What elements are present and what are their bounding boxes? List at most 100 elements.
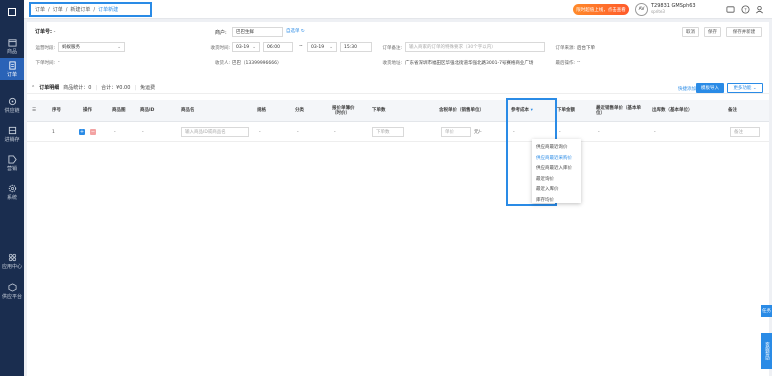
- message-icon[interactable]: [726, 5, 735, 14]
- row-category: -: [297, 129, 299, 135]
- receive-date-start[interactable]: 03-19 ⌄: [232, 42, 260, 52]
- sidebar-item-marketing[interactable]: 营销: [0, 152, 24, 174]
- goods-count: 商品统计：0: [63, 85, 92, 91]
- order-remark-input[interactable]: 输入商家的订单的特殊要求（30个字以内）: [405, 42, 545, 52]
- row-actions: + −: [79, 122, 96, 142]
- sidebar-item-orders[interactable]: 订单: [0, 58, 24, 80]
- merchant-label: 商户:: [215, 30, 227, 36]
- breadcrumb-item[interactable]: 订单: [35, 6, 45, 13]
- col-header-category: 分类: [295, 108, 304, 114]
- sidebar-item-label: 订单: [6, 71, 17, 78]
- remark-input[interactable]: 备注: [730, 127, 760, 137]
- col-header-image: 商品图: [112, 108, 126, 114]
- delete-row-icon[interactable]: −: [90, 129, 96, 135]
- col-header-out-qty: 出库数（基本单位）: [652, 108, 693, 114]
- cancel-button[interactable]: 取消: [682, 27, 699, 37]
- chevron-up-icon[interactable]: ⌃: [31, 85, 35, 91]
- row-remark: 备注: [730, 122, 760, 142]
- save-button[interactable]: 保存: [704, 27, 721, 37]
- range-separator: ~: [299, 44, 303, 49]
- date-end-value: 03-19: [311, 44, 325, 50]
- col-header-action: 操作: [83, 108, 92, 114]
- source-label: 订单来源:: [555, 46, 575, 51]
- dropdown-item[interactable]: 供应商最近询价: [532, 142, 581, 153]
- sidebar-item-system[interactable]: 系统: [0, 181, 24, 203]
- column-settings-icon[interactable]: ☰: [32, 100, 36, 122]
- receive-time-end[interactable]: 15:30: [340, 42, 372, 52]
- dropdown-item-selected[interactable]: 供应商最近采购价: [532, 153, 581, 164]
- qty-input[interactable]: 下单数: [372, 127, 404, 137]
- warehouse-select[interactable]: 蚂蚁服务 ⌄: [58, 42, 125, 52]
- order-time-value: -: [58, 60, 60, 65]
- help-icon[interactable]: ?: [741, 5, 750, 14]
- box-icon: [7, 38, 17, 47]
- col-header-qty: 下单数: [372, 108, 386, 114]
- help-side-tab[interactable]: 客服帮助: [761, 333, 772, 369]
- receive-date-end[interactable]: 03-19 ⌄: [307, 42, 337, 52]
- col-header-quote: 报价单簿价（时价）: [332, 105, 355, 117]
- top-bar: 订单 / 订单 / 新建订单 / 订单新建 限时超值上线，点击查看 AV T29831…: [24, 0, 772, 19]
- user-icon[interactable]: [755, 5, 764, 14]
- receive-time-label: 收货时间:: [210, 46, 230, 51]
- merchant-switch-link[interactable]: 自选单 ↻: [286, 28, 305, 34]
- caret-down-icon[interactable]: ▾: [531, 108, 533, 114]
- order-detail-section-bar: ⌃ 订单明细 商品统计：0 | 合计：¥0.00 | 免运费: [27, 82, 769, 94]
- sidebar-item-supply-chain[interactable]: 供应链: [0, 94, 24, 116]
- dropdown-item[interactable]: 库存均价: [532, 195, 581, 206]
- row-qty: 下单数: [372, 122, 404, 142]
- merchant-field[interactable]: 巴巴生鲜: [232, 27, 283, 37]
- remark-label: 订单备注:: [382, 46, 402, 51]
- row-recent-price: -: [598, 129, 600, 135]
- date-start-value: 03-19: [236, 44, 250, 50]
- sidebar-item-goods[interactable]: 商品: [0, 35, 24, 57]
- more-functions-button[interactable]: 更多功能 ⌄: [727, 83, 763, 93]
- breadcrumb-item[interactable]: 新建订单: [70, 6, 90, 13]
- shipping-fee: 免运费: [140, 85, 156, 91]
- sidebar-item-apps[interactable]: 应用中心: [0, 250, 24, 272]
- sidebar-item-label: 供应链: [4, 107, 20, 114]
- receive-time-start[interactable]: 06:00: [263, 42, 293, 52]
- warehouse-label: 运营时段:: [35, 46, 55, 51]
- order-number-value: -: [53, 29, 56, 35]
- price-unit: 元/-: [474, 130, 482, 135]
- dropdown-item[interactable]: 最近询价: [532, 174, 581, 185]
- task-side-tab[interactable]: 任务: [761, 305, 772, 317]
- row-out-qty: -: [654, 129, 656, 135]
- section-title: 订单明细: [39, 85, 60, 91]
- dropdown-item[interactable]: 最近入库价: [532, 184, 581, 195]
- sidebar-item-platform[interactable]: 供应平台: [0, 280, 24, 302]
- platform-icon: [7, 282, 17, 292]
- price-input[interactable]: 单价: [441, 127, 471, 137]
- row-price: 单价 元/-: [441, 122, 482, 142]
- account-info[interactable]: T29831 GMSph63 sprite3: [651, 3, 696, 15]
- address-value: 广东省深圳市福田区华强北街道华强北路3001-7号赛格商业广场: [405, 61, 534, 66]
- quick-add-link[interactable]: 快捷添加: [678, 86, 696, 92]
- breadcrumb-item[interactable]: 订单: [53, 6, 63, 13]
- add-row-icon[interactable]: +: [79, 129, 85, 135]
- chevron-down-icon: ⌄: [329, 45, 333, 50]
- save-and-new-button[interactable]: 保存并新建: [726, 27, 762, 37]
- receiver-label: 收货人:: [214, 61, 230, 66]
- row-name: 输入商品ID或商品名: [181, 122, 249, 142]
- template-import-button[interactable]: 模板导入: [696, 83, 724, 93]
- breadcrumb-current: 订单新建: [98, 7, 119, 13]
- merchant-link-label: 自选单: [286, 29, 300, 34]
- apps-icon: [8, 253, 16, 261]
- goods-search-input[interactable]: 输入商品ID或商品名: [181, 127, 249, 137]
- avatar[interactable]: AV: [635, 3, 648, 16]
- ref-cost-dropdown: 供应商最近询价 供应商最近采购价 供应商最近入库价 最近询价 最近入库价 库存均…: [532, 139, 581, 203]
- promo-button[interactable]: 限时超值上线，点击查看: [573, 4, 629, 15]
- col-header-recent-price: 最近销售单价（基本单位）: [596, 100, 644, 122]
- col-header-remark: 备注: [728, 108, 737, 114]
- chevron-down-icon: ⌄: [752, 85, 757, 91]
- order-number: 订单号: -: [35, 28, 55, 35]
- sidebar-item-inventory[interactable]: 进销存: [0, 123, 24, 145]
- chevron-down-icon: ⌄: [252, 45, 256, 50]
- source-value: 后台下单: [577, 46, 595, 51]
- dropdown-item[interactable]: 供应商最近入库价: [532, 163, 581, 174]
- chevron-down-icon: ⌄: [117, 45, 121, 50]
- sidebar-item-label: 营销: [6, 165, 17, 172]
- col-header-ref-cost[interactable]: 参考成本 ▾: [511, 100, 533, 122]
- sidebar-item-label: 应用中心: [1, 263, 22, 270]
- more-functions-label: 更多功能: [733, 86, 752, 91]
